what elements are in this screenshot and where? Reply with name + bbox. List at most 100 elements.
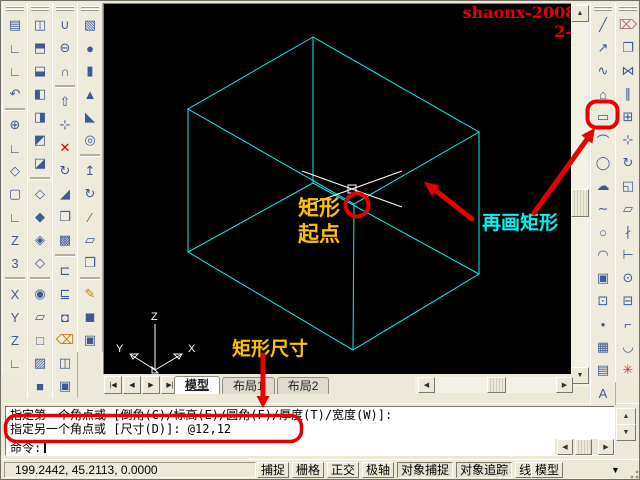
array-icon[interactable]: ⊞: [617, 106, 639, 128]
extrude-faces-icon[interactable]: ⇧: [54, 91, 76, 113]
ucs-y-icon[interactable]: Y: [4, 306, 26, 328]
status-toggle-正交[interactable]: 正交: [327, 462, 360, 478]
line-icon[interactable]: ╱: [592, 14, 614, 36]
solid-history-icon[interactable]: ◼: [79, 306, 101, 328]
ucs-view-icon[interactable]: ▢: [4, 183, 26, 205]
solid-wedge-icon[interactable]: ◣: [79, 106, 101, 128]
solid-cone-icon[interactable]: ▲: [79, 83, 101, 105]
ucs-ii-icon[interactable]: ∟: [4, 60, 26, 82]
status-toggle-对象捕捉[interactable]: 对象捕捉: [397, 462, 454, 478]
command-line-3[interactable]: 命令:: [10, 441, 614, 455]
copy-edges-icon[interactable]: ⊏: [54, 260, 76, 282]
intersect-icon[interactable]: ∩: [54, 60, 76, 82]
view-front-icon[interactable]: ◩: [29, 129, 51, 151]
mirror-icon[interactable]: ⋈: [617, 60, 639, 82]
model-space-button[interactable]: 模型: [531, 462, 564, 478]
construction-line-icon[interactable]: ↗: [592, 37, 614, 59]
hscroll-thumb[interactable]: [487, 377, 506, 393]
slice-icon[interactable]: ∕: [79, 206, 101, 228]
shell-icon[interactable]: ▣: [54, 375, 76, 397]
view-sw-isometric-icon[interactable]: ◇: [29, 183, 51, 205]
shade-2d-wireframe-icon[interactable]: ▱: [29, 306, 51, 328]
revision-cloud-icon[interactable]: ☁: [592, 175, 614, 197]
statusbar-overflow-icon[interactable]: ▼: [611, 465, 620, 475]
chamfer-icon[interactable]: ⌐: [617, 313, 639, 335]
ellipse-arc-icon[interactable]: ◠: [592, 244, 614, 266]
cmd-scroll-right-button[interactable]: ▶: [598, 439, 614, 455]
ucs-world-icon[interactable]: ⊕: [4, 114, 26, 136]
insert-block-icon[interactable]: ▣: [592, 267, 614, 289]
ellipse-icon[interactable]: ○: [592, 221, 614, 243]
delete-faces-icon[interactable]: ✕: [54, 137, 76, 159]
extend-icon[interactable]: ⊢: [617, 244, 639, 266]
shade-3d-wireframe-icon[interactable]: □: [29, 329, 51, 351]
scroll-down-button[interactable]: ▼: [571, 367, 589, 384]
rectangle-icon[interactable]: ▭: [592, 106, 614, 128]
command-text-area[interactable]: 指定第一个角点或 [倒角(C)/标高(E)/圆角(F)/厚度(T)/宽度(W)]…: [5, 406, 615, 456]
point-icon[interactable]: •: [592, 313, 614, 335]
trim-icon[interactable]: ∤: [617, 221, 639, 243]
clean-icon[interactable]: ⌫: [54, 329, 76, 351]
view-back-icon[interactable]: ◪: [29, 152, 51, 174]
subtract-icon[interactable]: ⊖: [54, 37, 76, 59]
taper-faces-icon[interactable]: ◢: [54, 183, 76, 205]
ucs-face-icon[interactable]: ◇: [4, 160, 26, 182]
hatch-icon[interactable]: ▦: [592, 336, 614, 358]
scroll-right-button[interactable]: ▶: [556, 377, 573, 393]
move-icon[interactable]: ⊹: [617, 129, 639, 151]
color-edges-icon[interactable]: ⊑: [54, 283, 76, 305]
ucs-3-point-icon[interactable]: 3: [4, 252, 26, 274]
named-ucs-icon[interactable]: ▤: [4, 14, 26, 36]
ucs-object-icon[interactable]: ∟: [4, 137, 26, 159]
offset-icon[interactable]: ∥: [617, 83, 639, 105]
separate-icon[interactable]: ◫: [54, 352, 76, 374]
solids-edit-icon[interactable]: ✎: [79, 283, 101, 305]
resize-grip[interactable]: [628, 468, 639, 479]
status-toggle-捕捉[interactable]: 捕捉: [257, 462, 290, 478]
ucs-icon[interactable]: ∟: [4, 37, 26, 59]
cmd-hscrollbar[interactable]: ◀ ▶: [555, 439, 614, 455]
view-ne-isometric-icon[interactable]: ◈: [29, 229, 51, 251]
toolbar-grip[interactable]: [594, 6, 612, 11]
ucs-apply-icon[interactable]: ∟: [4, 352, 26, 374]
fillet-icon[interactable]: ◡: [617, 336, 639, 358]
break-icon[interactable]: ⊟: [617, 290, 639, 312]
extrude-icon[interactable]: ↥: [79, 160, 101, 182]
toolbar-grip[interactable]: [6, 6, 24, 11]
view-left-icon[interactable]: ◧: [29, 83, 51, 105]
rotate-icon[interactable]: ↻: [617, 152, 639, 174]
view-nw-isometric-icon[interactable]: ◇: [29, 252, 51, 274]
toolbar-grip[interactable]: [619, 6, 637, 11]
vscroll-thumb[interactable]: [571, 189, 589, 217]
ucs-origin-icon[interactable]: ∟: [4, 206, 26, 228]
union-icon[interactable]: ∪: [54, 14, 76, 36]
cmd-scroll-up-button[interactable]: ▲: [616, 408, 636, 425]
shade-gouraud-icon[interactable]: ■: [29, 375, 51, 397]
view-bottom-icon[interactable]: ⬓: [29, 60, 51, 82]
make-block-icon[interactable]: ⊡: [592, 290, 614, 312]
stretch-icon[interactable]: ▱: [617, 198, 639, 220]
arc-icon[interactable]: ⌒: [592, 129, 614, 151]
tab-next-button[interactable]: ▶: [142, 376, 160, 394]
solid-torus-icon[interactable]: ◎: [79, 129, 101, 151]
scroll-left-button[interactable]: ◀: [418, 377, 435, 393]
circle-icon[interactable]: ◯: [592, 152, 614, 174]
shade-hidden-icon[interactable]: ▨: [29, 352, 51, 374]
move-faces-icon[interactable]: ⊹: [54, 114, 76, 136]
spline-icon[interactable]: ∼: [592, 198, 614, 220]
named-views-icon[interactable]: ◫: [29, 14, 51, 36]
camera-icon[interactable]: ◉: [29, 283, 51, 305]
view-se-isometric-icon[interactable]: ◆: [29, 206, 51, 228]
polyline-icon[interactable]: ∿: [592, 60, 614, 82]
drawing-canvas[interactable]: Z Y X 矩形 起点 再画矩形 矩形尺寸: [103, 3, 573, 376]
color-faces-icon[interactable]: ▩: [54, 229, 76, 251]
canvas-hscrollbar[interactable]: ◀ ▶: [415, 377, 573, 393]
scale-icon[interactable]: ◱: [617, 175, 639, 197]
view-right-icon[interactable]: ◨: [29, 106, 51, 128]
explode-icon[interactable]: ✳: [617, 359, 639, 381]
status-toggle-极轴[interactable]: 极轴: [362, 462, 395, 478]
interfere-icon[interactable]: ❐: [79, 252, 101, 274]
erase-icon[interactable]: ⌦: [617, 14, 639, 36]
polygon-icon[interactable]: ⌂: [592, 83, 614, 105]
toolbar-grip[interactable]: [56, 6, 74, 11]
